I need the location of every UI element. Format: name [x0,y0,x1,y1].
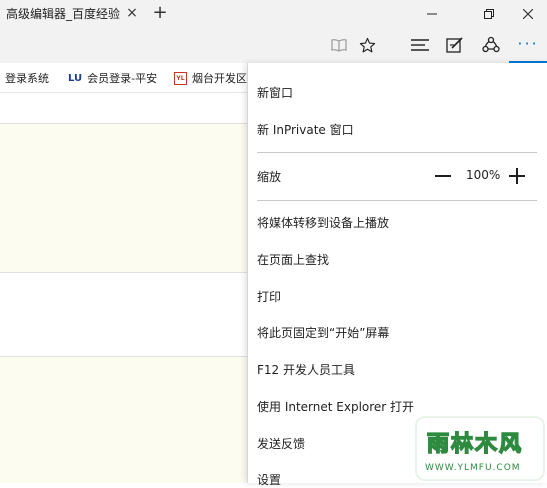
watermark-logo: 雨林木风 WWW.YLMFU.COM [415,416,545,481]
menu-item-send-feedback[interactable]: 发送反馈 [257,435,305,452]
menu-separator [257,200,537,201]
zoom-out-icon[interactable] [434,167,452,185]
zoom-label: 缩放 [257,170,282,184]
menu-item-find-on-page[interactable]: 在页面上查找 [257,251,329,268]
share-button[interactable] [473,27,509,63]
toolbar: ··· [0,27,547,63]
zoom-in-icon[interactable] [508,167,526,185]
close-button[interactable] [505,0,547,27]
more-button[interactable]: ··· [509,27,547,63]
favorite-item-yantai[interactable]: YL 烟台开发区 [174,63,247,93]
menu-item-developer-tools[interactable]: F12 开发人员工具 [257,361,355,378]
content-panel [0,273,247,356]
menu-item-cast-media[interactable]: 将媒体转移到设备上播放 [257,214,389,231]
favorite-item-login-system[interactable]: 登录系统 [0,63,49,93]
minimize-button[interactable] [409,0,455,27]
minimize-icon [427,13,437,14]
tab-close-icon[interactable]: × [124,4,140,22]
more-icon: ··· [517,34,539,53]
share-icon [482,36,500,53]
yantai-favicon-icon: YL [174,71,187,85]
reading-view-icon [331,39,347,52]
restore-icon [484,8,494,19]
content-panel [0,124,247,272]
tab-title: 高级编辑器_百度经验 [6,7,121,21]
menu-item-new-window[interactable]: 新窗口 [257,84,293,101]
menu-separator [257,152,537,153]
menu-item-pin-to-start[interactable]: 将此页固定到“开始”屏幕 [257,324,389,341]
content-panel [0,357,247,483]
favorite-button[interactable] [349,27,385,63]
title-bar: 高级编辑器_百度经验 × + [0,0,547,27]
web-note-button[interactable] [437,27,473,63]
menu-item-open-with-ie[interactable]: 使用 Internet Explorer 打开 [257,398,414,415]
lu-favicon-icon: LU [68,72,83,84]
favorite-item-pingan[interactable]: LU 会员登录-平安 [68,63,157,93]
hub-button[interactable] [402,27,438,63]
favorite-star-icon [359,37,375,52]
hub-icon [411,39,429,51]
new-tab-button[interactable]: + [149,2,171,24]
close-icon [523,8,533,19]
page-content [0,93,247,483]
menu-item-print[interactable]: 打印 [257,288,281,305]
web-note-icon [446,37,463,53]
zoom-level: 100% [466,168,501,182]
menu-item-new-inprivate-window[interactable]: 新 InPrivate 窗口 [257,121,354,138]
menu-item-settings[interactable]: 设置 [257,471,281,488]
